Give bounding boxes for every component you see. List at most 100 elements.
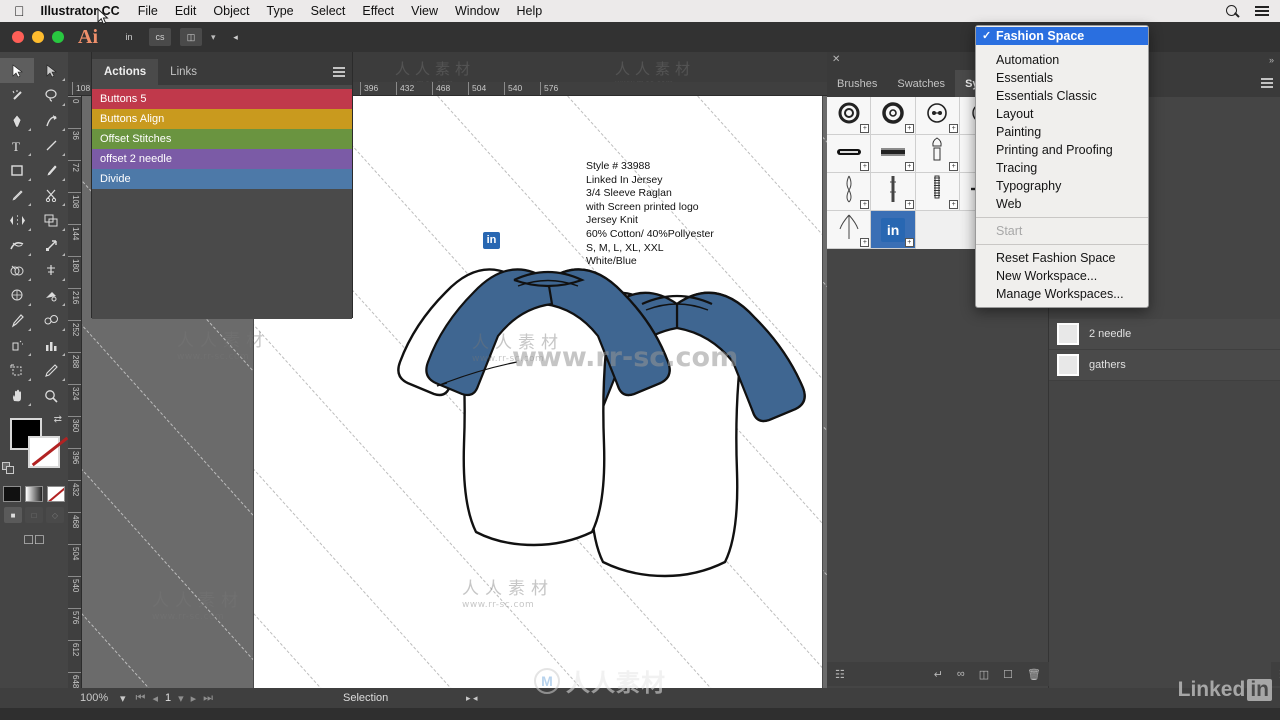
maximize-window-button[interactable]: [52, 31, 64, 43]
workspace-dropdown-menu[interactable]: ✓ Fashion Space Automation Essentials Esse…: [975, 25, 1149, 308]
workspace-item-essentials-classic[interactable]: Essentials Classic: [976, 87, 1148, 105]
action-row[interactable]: Divide: [92, 169, 352, 189]
panel-menu-icon[interactable]: [333, 67, 345, 77]
menu-file[interactable]: File: [138, 4, 158, 18]
workspace-item-automation[interactable]: Automation: [976, 51, 1148, 69]
workspace-item-web[interactable]: Web: [976, 195, 1148, 213]
close-window-button[interactable]: [12, 31, 24, 43]
tab-swatches[interactable]: Swatches: [887, 70, 955, 97]
tab-brushes[interactable]: Brushes: [827, 70, 887, 97]
last-page-icon[interactable]: ⏭: [203, 692, 213, 705]
bridge-icon[interactable]: in: [118, 28, 140, 46]
workspace-action-new-workspace[interactable]: New Workspace...: [976, 267, 1148, 285]
type-tool[interactable]: T: [0, 133, 34, 158]
panel-menu-icon[interactable]: [1261, 78, 1273, 88]
workspace-item-fashion-space[interactable]: ✓ Fashion Space: [976, 27, 1148, 45]
blend-tool[interactable]: [34, 308, 68, 333]
default-fill-stroke-icon[interactable]: [2, 462, 14, 474]
menu-view[interactable]: View: [411, 4, 438, 18]
symbol-cell-button-toggle[interactable]: +: [915, 97, 961, 135]
zoom-tool[interactable]: [34, 383, 68, 408]
graphic-style-row[interactable]: 2 needle: [1049, 319, 1280, 350]
symbol-cell-zipper-closed[interactable]: +: [827, 135, 872, 173]
workspace-action-reset-fashion-space[interactable]: Reset Fashion Space: [976, 249, 1148, 267]
workspace-item-essentials[interactable]: Essentials: [976, 69, 1148, 87]
shape-builder-tool[interactable]: [0, 258, 34, 283]
artboard-tool[interactable]: [0, 358, 34, 383]
color-mode-solid[interactable]: [3, 486, 21, 502]
scissors-tool[interactable]: [34, 183, 68, 208]
width-tool[interactable]: [0, 233, 34, 258]
selection-tool[interactable]: [0, 58, 34, 83]
link-icon[interactable]: ∞: [957, 668, 965, 680]
symbol-cell-drawcord-tip-a[interactable]: +: [915, 135, 961, 173]
paintbrush-tool[interactable]: [34, 158, 68, 183]
brush-libraries-icon[interactable]: ☷: [835, 668, 845, 681]
options-icon[interactable]: ◫: [979, 668, 989, 681]
chevron-down-icon[interactable]: ▾: [211, 32, 216, 43]
perspective-grid-tool[interactable]: [34, 258, 68, 283]
next-page-icon[interactable]: ▸: [191, 692, 197, 705]
column-graph-tool[interactable]: [34, 333, 68, 358]
menu-type[interactable]: Type: [267, 4, 294, 18]
symbol-cell-zipper-teeth[interactable]: +: [871, 135, 916, 173]
action-row[interactable]: Buttons 5: [92, 89, 352, 109]
change-screen-mode-button[interactable]: ☐☐: [0, 533, 68, 547]
first-page-icon[interactable]: ⏮: [136, 692, 146, 705]
collapse-icon[interactable]: »: [1269, 55, 1274, 65]
color-mode-gradient[interactable]: [25, 486, 43, 502]
direct-selection-tool[interactable]: [34, 58, 68, 83]
action-row[interactable]: Buttons Align: [92, 109, 352, 129]
hand-tool[interactable]: [0, 383, 34, 408]
magic-wand-tool[interactable]: [0, 83, 34, 108]
zoom-level-value[interactable]: 100%: [80, 692, 120, 704]
curvature-tool[interactable]: [34, 108, 68, 133]
new-symbol-icon[interactable]: ☐: [1003, 668, 1013, 681]
tab-actions[interactable]: Actions: [92, 59, 159, 85]
page-number-value[interactable]: 1: [165, 692, 171, 704]
pencil-tool[interactable]: [0, 183, 34, 208]
menu-edit[interactable]: Edit: [175, 4, 197, 18]
page-dropdown-icon[interactable]: ▾: [178, 692, 184, 705]
symbol-cell-linkedin-symbol[interactable]: in +: [871, 211, 916, 249]
symbol-cell-tie-knot[interactable]: +: [827, 211, 872, 249]
workspace-action-manage-workspaces[interactable]: Manage Workspaces...: [976, 285, 1148, 303]
pen-tool[interactable]: [0, 108, 34, 133]
status-expand-icon[interactable]: ▸ ◂: [466, 693, 478, 704]
symbol-cell-button-4-hole-round[interactable]: +: [827, 97, 872, 135]
free-transform-tool[interactable]: [34, 233, 68, 258]
workspace-item-layout[interactable]: Layout: [976, 105, 1148, 123]
prev-page-icon[interactable]: ◂: [152, 692, 158, 705]
minimize-window-button[interactable]: [32, 31, 44, 43]
slice-tool[interactable]: [34, 358, 68, 383]
vertical-ruler[interactable]: 0 36 72 108 144 180 216 252 288 324 360 396 432 468 50…: [68, 96, 82, 696]
gradient-tool[interactable]: [34, 283, 68, 308]
menu-object[interactable]: Object: [213, 4, 249, 18]
lasso-tool[interactable]: [34, 83, 68, 108]
zoom-dropdown-icon[interactable]: ▾: [120, 692, 126, 705]
menu-effect[interactable]: Effect: [362, 4, 394, 18]
tab-links[interactable]: Links: [158, 59, 209, 85]
action-row[interactable]: offset 2 needle: [92, 149, 352, 169]
menu-window[interactable]: Window: [455, 4, 499, 18]
menu-select[interactable]: Select: [311, 4, 346, 18]
symbol-cell-button-2-hole-round[interactable]: +: [871, 97, 916, 135]
symbol-cell-tie-cord-a[interactable]: +: [827, 173, 872, 211]
symbol-sprayer-tool[interactable]: [0, 333, 34, 358]
arrow-icon[interactable]: ↵: [934, 668, 943, 681]
list-icon[interactable]: [1254, 3, 1270, 19]
apple-logo-icon[interactable]: : [14, 4, 25, 18]
rotate-tool[interactable]: [0, 208, 34, 233]
line-segment-tool[interactable]: [34, 133, 68, 158]
eyedropper-tool[interactable]: [0, 308, 34, 333]
delete-icon[interactable]: 🗑: [1027, 668, 1041, 681]
actions-panel[interactable]: ✕ « Actions Links Buttons 5Buttons Align…: [91, 40, 353, 319]
cc-libraries-icon[interactable]: cs: [149, 28, 171, 46]
draw-behind-button[interactable]: □: [25, 507, 43, 523]
action-row[interactable]: Offset Stitches: [92, 129, 352, 149]
scale-tool[interactable]: [34, 208, 68, 233]
menu-help[interactable]: Help: [516, 4, 542, 18]
swap-fill-stroke-icon[interactable]: ⇄: [54, 414, 62, 425]
mesh-tool[interactable]: [0, 283, 34, 308]
stroke-swatch[interactable]: [28, 436, 60, 468]
